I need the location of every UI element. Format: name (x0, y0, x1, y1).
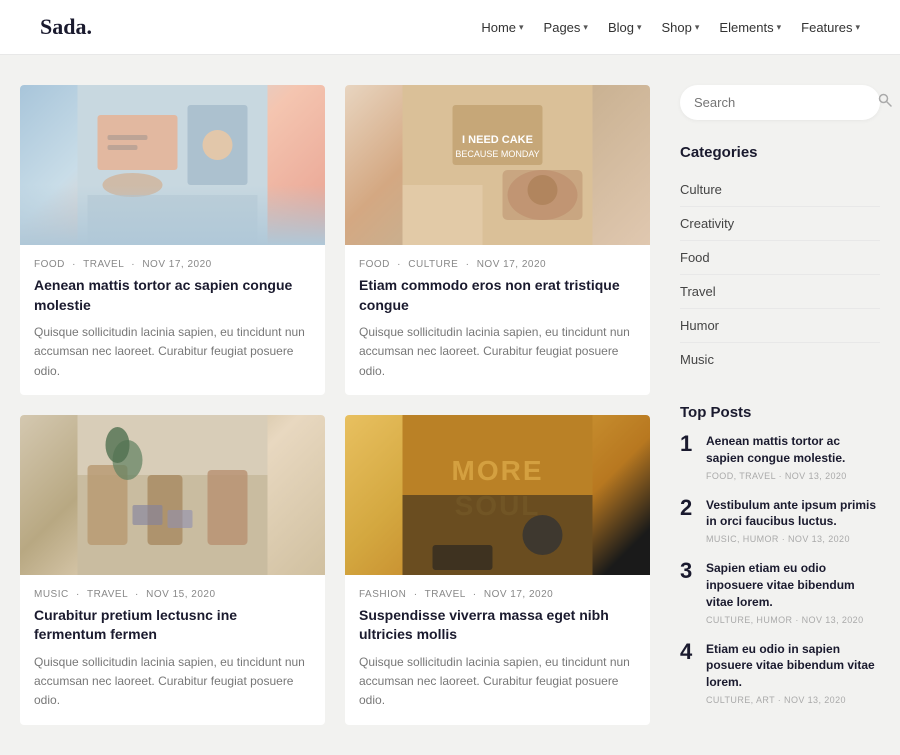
post-excerpt: Quisque sollicitudin lacinia sapien, eu … (359, 653, 636, 711)
post-excerpt: Quisque sollicitudin lacinia sapien, eu … (34, 653, 311, 711)
svg-text:BECAUSE MONDAY: BECAUSE MONDAY (455, 149, 539, 159)
category-item[interactable]: Music (680, 343, 880, 376)
nav-pages[interactable]: Pages ▾ (544, 20, 588, 35)
top-post-number: 2 (680, 497, 696, 545)
site-header: Sada. Home ▾ Pages ▾ Blog ▾ Shop ▾ Eleme… (0, 0, 900, 55)
top-post-info: Etiam eu odio in sapien posuere vitae bi… (706, 641, 880, 705)
top-post-info: Vestibulum ante ipsum primis in orci fau… (706, 497, 880, 545)
top-post-title[interactable]: Vestibulum ante ipsum primis in orci fau… (706, 497, 880, 531)
category-item[interactable]: Creativity (680, 207, 880, 241)
categories-title: Categories (680, 144, 880, 161)
search-icon (878, 93, 892, 112)
post-card: FOOD · TRAVEL · NOV 17, 2020 Aenean matt… (20, 85, 325, 395)
post-title[interactable]: Aenean mattis tortor ac sapien congue mo… (34, 276, 311, 315)
post-title[interactable]: Curabitur pretium lectusnc ine fermentum… (34, 606, 311, 645)
post-body: FOOD · CULTURE · NOV 17, 2020 Etiam comm… (345, 245, 650, 395)
post-title[interactable]: Suspendisse viverra massa eget nibh ultr… (359, 606, 636, 645)
post-meta: FASHION · TRAVEL · NOV 17, 2020 (359, 589, 636, 600)
nav-shop[interactable]: Shop ▾ (662, 20, 700, 35)
category-item[interactable]: Food (680, 241, 880, 275)
top-post-meta: CULTURE, ART · NOV 13, 2020 (706, 695, 880, 705)
top-posts-title: Top Posts (680, 404, 880, 421)
top-post-info: Sapien etiam eu odio inposuere vitae bib… (706, 560, 880, 624)
chevron-down-icon: ▾ (519, 22, 524, 33)
category-item[interactable]: Humor (680, 309, 880, 343)
post-body: FASHION · TRAVEL · NOV 17, 2020 Suspendi… (345, 575, 650, 725)
search-box[interactable] (680, 85, 880, 120)
post-excerpt: Quisque sollicitudin lacinia sapien, eu … (34, 323, 311, 381)
post-card: MORE SOUL FASHION · TRAVEL · NOV 17, 202… (345, 415, 650, 725)
chevron-down-icon: ▾ (777, 22, 782, 33)
nav-elements[interactable]: Elements ▾ (719, 20, 781, 35)
page-container: FOOD · TRAVEL · NOV 17, 2020 Aenean matt… (0, 55, 900, 755)
post-card: MUSIC · TRAVEL · NOV 15, 2020 Curabitur … (20, 415, 325, 725)
top-post-number: 1 (680, 433, 696, 481)
post-excerpt: Quisque sollicitudin lacinia sapien, eu … (359, 323, 636, 381)
post-title[interactable]: Etiam commodo eros non erat tristique co… (359, 276, 636, 315)
top-post-meta: CULTURE, HUMOR · NOV 13, 2020 (706, 615, 880, 625)
chevron-down-icon: ▾ (695, 22, 700, 33)
post-body: FOOD · TRAVEL · NOV 17, 2020 Aenean matt… (20, 245, 325, 395)
top-post-number: 3 (680, 560, 696, 624)
svg-text:MORE: MORE (452, 455, 544, 486)
category-item[interactable]: Culture (680, 173, 880, 207)
sidebar: Categories Culture Creativity Food Trave… (680, 85, 880, 725)
site-logo[interactable]: Sada. (40, 14, 92, 40)
post-card: I NEED CAKE BECAUSE MONDAY FOOD · CULTUR… (345, 85, 650, 395)
main-nav: Home ▾ Pages ▾ Blog ▾ Shop ▾ Elements ▾ … (481, 20, 860, 35)
chevron-down-icon: ▾ (855, 22, 860, 33)
top-post-title[interactable]: Sapien etiam eu odio inposuere vitae bib… (706, 560, 880, 610)
top-post-item: 1 Aenean mattis tortor ac sapien congue … (680, 433, 880, 481)
top-post-meta: MUSIC, HUMOR · NOV 13, 2020 (706, 534, 880, 544)
top-post-title[interactable]: Etiam eu odio in sapien posuere vitae bi… (706, 641, 880, 691)
category-list: Culture Creativity Food Travel Humor Mus… (680, 173, 880, 376)
category-item[interactable]: Travel (680, 275, 880, 309)
post-body: MUSIC · TRAVEL · NOV 15, 2020 Curabitur … (20, 575, 325, 725)
top-post-item: 3 Sapien etiam eu odio inposuere vitae b… (680, 560, 880, 624)
top-posts-list: 1 Aenean mattis tortor ac sapien congue … (680, 433, 880, 705)
chevron-down-icon: ▾ (583, 22, 588, 33)
posts-grid: FOOD · TRAVEL · NOV 17, 2020 Aenean matt… (20, 85, 650, 725)
post-image: I NEED CAKE BECAUSE MONDAY (345, 85, 650, 245)
nav-home[interactable]: Home ▾ (481, 20, 523, 35)
chevron-down-icon: ▾ (637, 22, 642, 33)
post-image (20, 85, 325, 245)
svg-text:I NEED CAKE: I NEED CAKE (462, 134, 533, 146)
top-post-meta: FOOD, TRAVEL · NOV 13, 2020 (706, 471, 880, 481)
top-post-item: 2 Vestibulum ante ipsum primis in orci f… (680, 497, 880, 545)
post-image: MORE SOUL (345, 415, 650, 575)
top-post-item: 4 Etiam eu odio in sapien posuere vitae … (680, 641, 880, 705)
post-image (20, 415, 325, 575)
top-post-number: 4 (680, 641, 696, 705)
nav-features[interactable]: Features ▾ (801, 20, 860, 35)
post-meta: FOOD · CULTURE · NOV 17, 2020 (359, 259, 636, 270)
post-meta: MUSIC · TRAVEL · NOV 15, 2020 (34, 589, 311, 600)
top-post-info: Aenean mattis tortor ac sapien congue mo… (706, 433, 880, 481)
post-meta: FOOD · TRAVEL · NOV 17, 2020 (34, 259, 311, 270)
top-post-title[interactable]: Aenean mattis tortor ac sapien congue mo… (706, 433, 880, 467)
search-input[interactable] (694, 95, 870, 110)
nav-blog[interactable]: Blog ▾ (608, 20, 642, 35)
